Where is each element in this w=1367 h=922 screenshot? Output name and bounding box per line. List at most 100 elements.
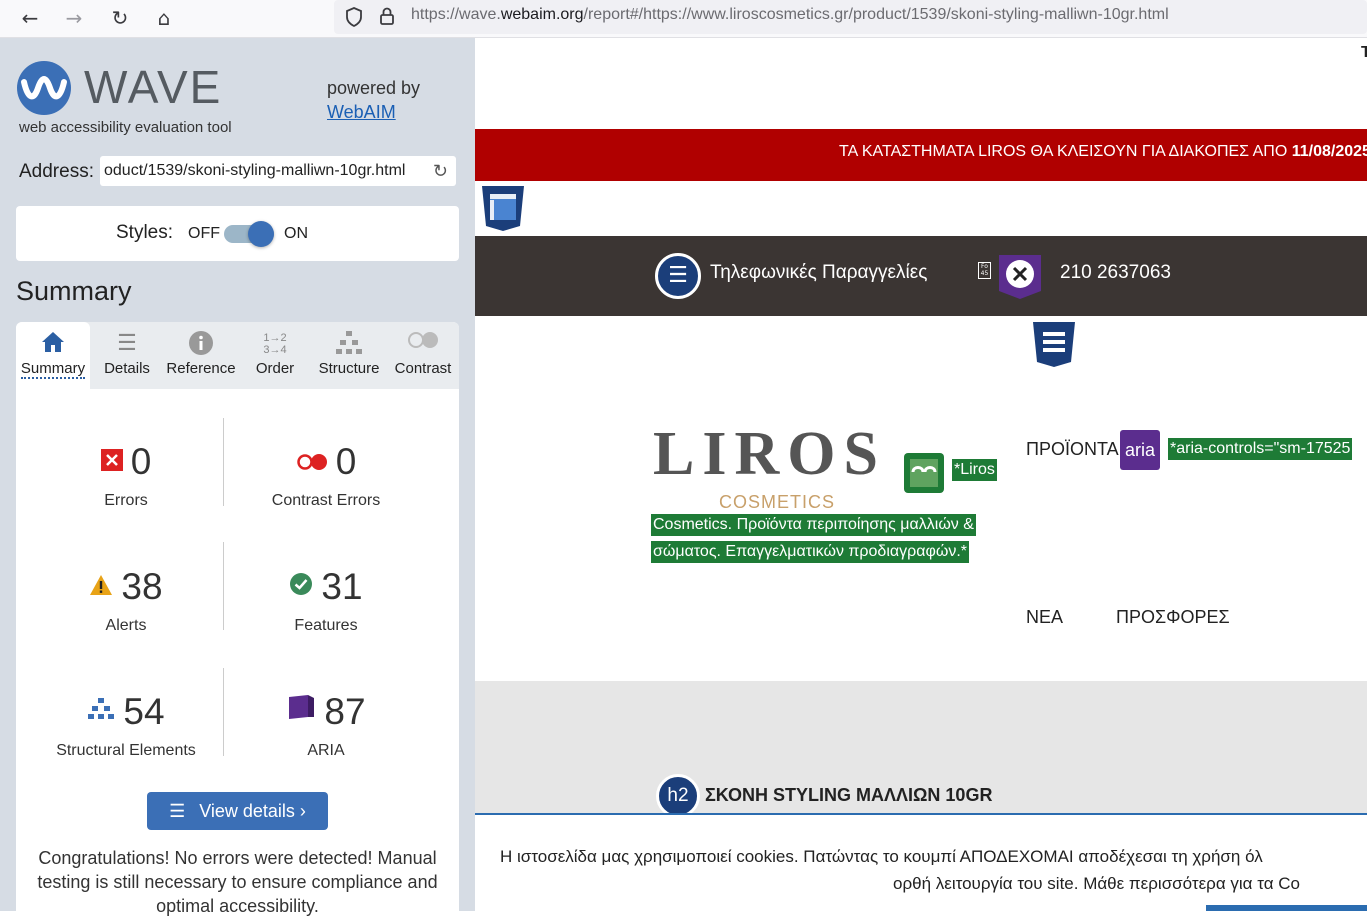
tab-contrast[interactable]: Contrast bbox=[386, 322, 460, 389]
cookie-line: Η ιστοσελίδα μας χρησιμοποιεί cookies. Π… bbox=[500, 847, 1263, 866]
tab-label: Structure bbox=[318, 360, 380, 377]
contact-bar: ☰ Τηλεφωνικές Παραγγελίες Fo 45 210 26370… bbox=[475, 236, 1367, 316]
tab-label: Reference bbox=[166, 360, 236, 377]
tab-bar: Summary ☰ Details Reference 1→2 3→4 Order bbox=[16, 322, 459, 389]
html5-region-icon[interactable] bbox=[480, 184, 526, 232]
cookie-text: Η ιστοσελίδα μας χρησιμοποιεί cookies. Π… bbox=[500, 843, 1367, 897]
summary-heading: Summary bbox=[16, 276, 132, 306]
structure-icon bbox=[312, 322, 386, 360]
forward-arrow-icon[interactable]: → bbox=[60, 4, 88, 32]
toggle-knob[interactable] bbox=[248, 221, 274, 247]
tab-label: Contrast bbox=[394, 360, 452, 377]
list-icon[interactable]: ☰ bbox=[655, 253, 701, 299]
address-input[interactable]: oduct/1539/skoni-styling-malliwn-10gr.ht… bbox=[100, 156, 456, 186]
nav-products[interactable]: ΠΡΟΪΟΝΤΑ bbox=[1026, 439, 1119, 460]
wave-subtitle: web accessibility evaluation tool bbox=[19, 119, 232, 136]
aria-badge-icon[interactable]: aria bbox=[1120, 430, 1160, 470]
congrats-message: Congratulations! No errors were detected… bbox=[37, 848, 438, 916]
tab-label: Order bbox=[255, 360, 295, 377]
home-icon[interactable]: ⌂ bbox=[150, 4, 178, 32]
styles-toggle-box: Styles: OFF ON bbox=[16, 206, 459, 261]
info-icon bbox=[164, 322, 238, 360]
cookie-banner: Η ιστοσελίδα μας χρησιμοποιεί cookies. Π… bbox=[475, 813, 1367, 911]
structural-count: 54 bbox=[123, 691, 165, 732]
cookie-line: ορθή λειτουργία του site. Μάθε περισσότε… bbox=[893, 874, 1300, 893]
error-icon bbox=[100, 442, 123, 486]
back-arrow-icon[interactable]: ← bbox=[16, 4, 44, 32]
features-label: Features bbox=[294, 617, 358, 635]
nav-new[interactable]: ΝΕΑ bbox=[1026, 607, 1063, 628]
nav-offers[interactable]: ΠΡΟΣΦΟΡΕΣ bbox=[1116, 607, 1230, 628]
alert-icon bbox=[89, 567, 113, 611]
h2-badge-icon[interactable]: h2 bbox=[656, 774, 700, 818]
tab-summary[interactable]: Summary bbox=[16, 322, 90, 389]
linked-image-icon[interactable] bbox=[903, 452, 945, 494]
phone-number[interactable]: 210 2637063 bbox=[1060, 262, 1171, 284]
structural-stat[interactable]: 54 Structural Elements bbox=[26, 690, 226, 760]
list-region-icon[interactable] bbox=[1031, 320, 1077, 368]
address-value: oduct/1539/skoni-styling-malliwn-10gr.ht… bbox=[104, 162, 406, 179]
banner-text: ΤΑ ΚΑΤΑΣΤΗΜΑΤΑ LIROS ΘΑ ΚΛΕΙΣΟΥΝ ΓΙΑ ΔΙΑ… bbox=[839, 143, 1367, 160]
contrast-error-icon bbox=[296, 442, 328, 486]
top-right-text: T bbox=[1361, 44, 1367, 61]
structure-icon bbox=[87, 692, 115, 736]
tab-order[interactable]: 1→2 3→4 Order bbox=[238, 322, 312, 389]
liros-logo-sub: COSMETICS bbox=[719, 492, 836, 512]
alt-text-label: *Liros bbox=[952, 459, 997, 481]
errors-count: 0 bbox=[130, 441, 152, 482]
list-icon: ☰ bbox=[117, 330, 137, 355]
tab-structure[interactable]: Structure bbox=[312, 322, 386, 389]
order-icon: 1→2 3→4 bbox=[263, 332, 287, 356]
aria-controls-label: *aria-controls="sm-17525 bbox=[1168, 438, 1353, 460]
refresh-icon[interactable]: ↻ bbox=[433, 156, 448, 186]
wave-logo-icon bbox=[17, 61, 71, 115]
alt-text-label: Cosmetics. Προϊόντα περιποίησης μαλλιών … bbox=[651, 514, 976, 536]
alerts-count: 38 bbox=[121, 566, 163, 607]
home-icon bbox=[16, 322, 90, 360]
structural-label: Structural Elements bbox=[56, 742, 196, 760]
reload-icon[interactable]: ↻ bbox=[106, 4, 134, 32]
font-icon: Fo 45 bbox=[978, 262, 991, 279]
contrast-errors-label: Contrast Errors bbox=[271, 492, 381, 510]
features-stat[interactable]: 31 Features bbox=[226, 565, 426, 635]
address-label: Address: bbox=[19, 161, 94, 182]
view-details-button[interactable]: ☰ View details › bbox=[147, 792, 328, 830]
accept-button[interactable] bbox=[1206, 905, 1367, 911]
liros-logo[interactable]: LIROS bbox=[653, 423, 886, 485]
features-count: 31 bbox=[321, 566, 363, 607]
styles-on-label: ON bbox=[284, 225, 308, 242]
list-icon: ☰ bbox=[169, 801, 186, 821]
tab-reference[interactable]: Reference bbox=[164, 322, 238, 389]
tab-details[interactable]: ☰ Details bbox=[90, 322, 164, 389]
aria-count: 87 bbox=[324, 691, 366, 732]
phone-orders-label: Τηλεφωνικές Παραγγελίες bbox=[710, 262, 928, 283]
wave-sidebar: WAVE web accessibility evaluation tool p… bbox=[0, 38, 475, 922]
aria-icon bbox=[286, 692, 316, 736]
errors-label: Errors bbox=[104, 492, 148, 510]
holiday-banner: ΤΑ ΚΑΤΑΣΤΗΜΑΤΑ LIROS ΘΑ ΚΛΕΙΣΟΥΝ ΓΙΑ ΔΙΑ… bbox=[475, 129, 1367, 181]
tab-label: Details bbox=[104, 360, 150, 377]
contrast-errors-stat[interactable]: 0 Contrast Errors bbox=[226, 440, 426, 510]
summary-panel: Summary ☰ Details Reference 1→2 3→4 Order bbox=[16, 322, 459, 922]
webaim-link[interactable]: WebAIM bbox=[327, 102, 396, 122]
tab-label: Summary bbox=[20, 360, 86, 379]
shield-icon bbox=[346, 7, 362, 28]
wave-title: WAVE bbox=[84, 61, 223, 113]
alerts-stat[interactable]: 38 Alerts bbox=[26, 565, 226, 635]
feature-check-icon bbox=[289, 567, 313, 611]
errors-stat[interactable]: 0 Errors bbox=[26, 440, 226, 510]
alt-text-label: σώματος. Επαγγελματικών προδιαγραφών.* bbox=[651, 541, 970, 563]
contrast-icon bbox=[386, 322, 460, 360]
browser-toolbar: ← → ↻ ⌂ https://wave.webaim.org/report#/… bbox=[0, 0, 1367, 38]
contrast-errors-count: 0 bbox=[335, 441, 357, 482]
lock-icon bbox=[380, 7, 394, 25]
view-details-label: View details › bbox=[199, 801, 306, 821]
styles-label: Styles: bbox=[116, 222, 174, 243]
aria-stat[interactable]: 87 ARIA bbox=[226, 690, 426, 760]
aria-label: ARIA bbox=[307, 742, 345, 760]
styles-toggle[interactable] bbox=[224, 221, 274, 247]
evaluated-page: T ΤΑ ΚΑΤΑΣΤΗΜΑΤΑ LIROS ΘΑ ΚΛΕΙΣΟΥΝ ΓΙΑ Δ… bbox=[475, 38, 1367, 911]
url-text[interactable]: https://wave.webaim.org/report#/https://… bbox=[411, 6, 1169, 24]
powered-by-text: powered by bbox=[327, 78, 421, 98]
error-x-badge-icon[interactable] bbox=[995, 251, 1045, 301]
